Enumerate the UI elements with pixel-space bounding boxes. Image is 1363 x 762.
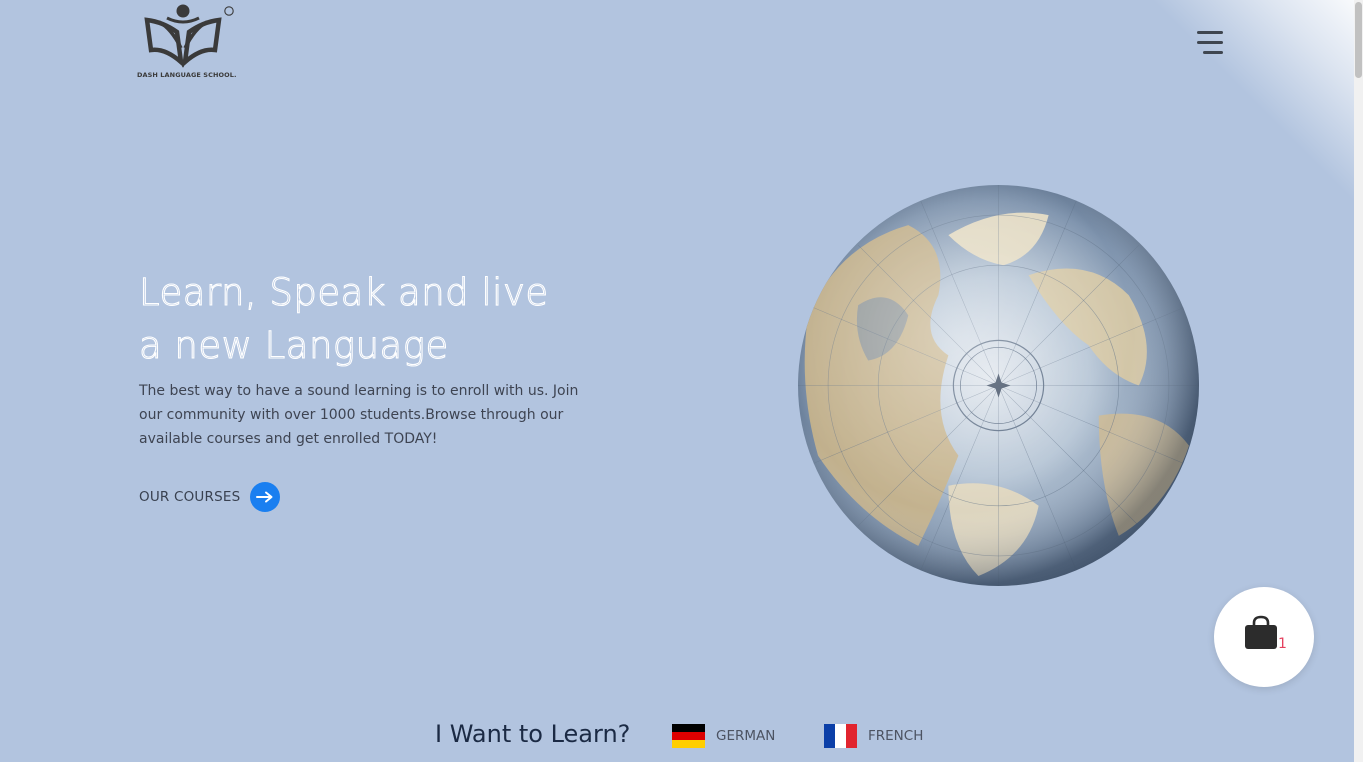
language-option-german[interactable]: GERMAN xyxy=(672,724,775,748)
hero-title-line2: a new Language xyxy=(138,323,449,367)
language-label: FRENCH xyxy=(868,728,924,744)
book-person-logo-icon xyxy=(144,4,234,68)
our-courses-label: OUR COURSES xyxy=(139,489,241,505)
school-logo[interactable]: DASH LANGUAGE SCHOOL. xyxy=(137,2,239,82)
menu-line-top xyxy=(1197,31,1223,34)
corner-highlight xyxy=(1123,0,1363,200)
learn-heading: I Want to Learn? xyxy=(435,720,631,748)
our-courses-link[interactable]: OUR COURSES xyxy=(139,482,281,512)
hamburger-menu-icon[interactable] xyxy=(1195,31,1225,57)
shopping-bag-icon xyxy=(1245,615,1277,649)
menu-line-middle xyxy=(1197,41,1223,44)
hero-title: Learn, Speak and live a new Language xyxy=(138,266,659,372)
france-flag-icon xyxy=(824,724,857,748)
page-scrollbar[interactable] xyxy=(1354,0,1363,762)
arrow-right-icon xyxy=(250,482,281,512)
scrollbar-thumb[interactable] xyxy=(1355,2,1362,78)
menu-line-bottom xyxy=(1203,51,1223,54)
hero-description: The best way to have a sound learning is… xyxy=(139,383,579,447)
cart-count-badge: 1 xyxy=(1278,636,1287,652)
language-option-french[interactable]: FRENCH xyxy=(824,724,923,748)
antique-globe-image xyxy=(798,185,1199,586)
cart-button[interactable]: 1 xyxy=(1214,587,1314,687)
language-label: GERMAN xyxy=(716,728,776,744)
logo-text: DASH LANGUAGE SCHOOL. xyxy=(137,71,237,79)
germany-flag-icon xyxy=(672,724,705,748)
hero-title-line1: Learn, Speak and live xyxy=(138,270,549,314)
